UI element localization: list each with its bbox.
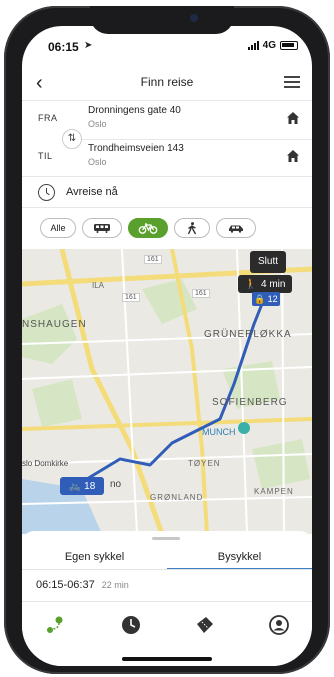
map-place-label: no <box>110 479 122 490</box>
sheet-drag-handle[interactable] <box>152 537 180 540</box>
status-right: 4G <box>247 40 298 51</box>
phone-notch <box>90 6 234 34</box>
swap-direction-button[interactable]: ⇅ <box>62 129 82 149</box>
start-bike-station-badge[interactable]: 🚲 18 <box>60 477 104 495</box>
lock-icon: 🔒 <box>254 293 266 304</box>
end-bike-count: 12 <box>267 294 278 304</box>
clock-icon[interactable] <box>120 614 142 636</box>
to-label: TIL <box>38 151 53 161</box>
road-number: 161 <box>122 293 140 302</box>
bike-type-tabs: Egen sykkel Bysykkel <box>22 547 312 570</box>
trip-duration: 22 min <box>101 580 129 590</box>
start-bike-count: 18 <box>84 480 96 492</box>
trip-times: 06:15-06:37 <box>36 579 95 591</box>
walk-icon: 🚶 <box>244 278 257 290</box>
mode-bus-chip[interactable] <box>82 218 122 238</box>
tab-own-bike[interactable]: Egen sykkel <box>22 551 167 563</box>
status-time: 06:15 <box>48 40 79 54</box>
battery-icon <box>280 41 298 50</box>
end-bike-station-badge[interactable]: 🔒 12 <box>252 292 280 306</box>
home-icon[interactable] <box>286 149 300 163</box>
mode-car-chip[interactable] <box>216 218 256 238</box>
page-title: Finn reise <box>140 75 194 89</box>
from-label: FRA <box>38 113 58 123</box>
end-callout-label: Slutt <box>257 256 278 267</box>
map-area-label: TØYEN <box>188 459 221 468</box>
end-callout[interactable]: Slutt <box>250 251 286 273</box>
map-area-label: GRØNLAND <box>150 493 204 502</box>
map-area-label: KAMPEN <box>254 487 294 496</box>
departure-text: Avreise nå <box>66 186 118 198</box>
from-address: Dronningens gate 40 <box>88 105 181 116</box>
profile-icon[interactable] <box>268 614 290 636</box>
phone-frame: 06:15 ➤ 4G ‹ Finn reise FRA Dronningens … <box>4 6 330 674</box>
app-header: ‹ Finn reise <box>22 70 312 98</box>
map-area-label: SOFIENBERG <box>212 397 288 408</box>
mode-bicycle-chip[interactable] <box>128 218 168 238</box>
walk-icon <box>187 221 197 234</box>
to-city: Oslo <box>88 157 107 167</box>
to-address: Trondheimsveien 143 <box>88 143 184 154</box>
network-label: 4G <box>262 40 276 51</box>
bus-icon <box>94 224 110 233</box>
ticket-icon[interactable] <box>194 614 216 636</box>
trip-result[interactable]: 06:15-06:37 22 min <box>36 579 129 591</box>
map-area-label: ILA <box>92 281 105 290</box>
walk-minutes: 4 min <box>261 278 286 290</box>
location-arrow-icon: ➤ <box>84 40 93 51</box>
bottom-nav <box>22 601 312 651</box>
road-number: 161 <box>144 255 162 264</box>
transport-mode-filters: Alle <box>22 208 312 248</box>
route-selector: FRA Dronningens gate 40 Oslo TIL Trondhe… <box>22 100 312 176</box>
walk-segment-badge[interactable]: 🚶 4 min <box>238 275 292 293</box>
from-city: Oslo <box>88 119 107 129</box>
map-poi-label: MUNCH <box>202 427 236 437</box>
camera-icon <box>190 14 198 22</box>
home-icon[interactable] <box>286 111 300 125</box>
route-map[interactable]: NSHAUGEN GRÜNERLØKKA SOFIENBERG TØYEN GR… <box>22 249 312 534</box>
bicycle-icon: 🚲 <box>68 480 82 492</box>
app-screen: 06:15 ➤ 4G ‹ Finn reise FRA Dronningens … <box>22 26 312 666</box>
road-number: 161 <box>192 289 210 298</box>
map-area-label: NSHAUGEN <box>22 319 87 330</box>
mode-walk-chip[interactable] <box>174 218 210 238</box>
map-place-label: slo Domkirke <box>22 459 69 468</box>
tabs-divider <box>22 569 312 570</box>
car-icon <box>229 225 243 233</box>
filter-settings-icon[interactable] <box>284 74 302 90</box>
departure-time-row[interactable]: Avreise nå <box>22 176 312 208</box>
mode-all-chip[interactable]: Alle <box>40 218 76 238</box>
map-poi-icon <box>238 422 250 434</box>
signal-icon <box>247 41 259 50</box>
home-indicator <box>122 657 212 661</box>
bicycle-icon <box>138 222 158 234</box>
clock-icon <box>38 184 55 201</box>
results-sheet: Egen sykkel Bysykkel 06:15-06:37 22 min <box>22 531 312 666</box>
tab-city-bike[interactable]: Bysykkel <box>167 551 312 563</box>
map-area-label: GRÜNERLØKKA <box>204 329 292 340</box>
route-icon[interactable] <box>44 614 66 636</box>
